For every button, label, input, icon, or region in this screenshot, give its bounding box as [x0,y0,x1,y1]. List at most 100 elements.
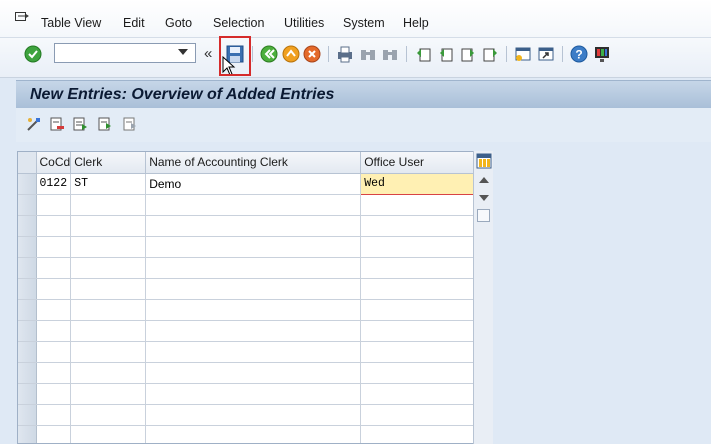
select-all-header[interactable] [18,152,37,174]
find-icon[interactable] [358,44,378,64]
cell-cocd[interactable] [36,236,72,258]
change-display-icon[interactable] [26,116,42,132]
select-block-icon[interactable] [97,116,113,132]
cell-office-user[interactable] [360,341,475,363]
row-selector[interactable] [18,404,37,426]
shortcut-icon[interactable] [536,44,556,64]
cell-clerk[interactable] [70,341,147,363]
cell-cocd[interactable] [36,278,72,300]
row-selector[interactable] [18,236,37,258]
cell-name[interactable]: Demo [145,173,362,195]
cell-name[interactable] [145,194,362,216]
column-configuration-icon[interactable] [476,153,492,169]
column-header-cocd[interactable]: CoCd [36,152,72,174]
cell-cocd[interactable] [36,299,72,321]
menu-table-view[interactable]: Table View [41,16,101,30]
cell-name[interactable] [145,257,362,279]
column-header-name[interactable]: Name of Accounting Clerk [145,152,362,174]
column-header-clerk[interactable]: Clerk [70,152,147,174]
select-all-icon[interactable] [72,116,88,132]
row-selector[interactable] [18,320,37,342]
cell-clerk[interactable] [70,362,147,384]
cell-office-user[interactable] [360,362,475,384]
scroll-down-icon[interactable] [479,195,489,201]
cell-name[interactable] [145,383,362,405]
cell-name[interactable] [145,236,362,258]
command-field[interactable] [54,43,196,63]
first-page-icon[interactable] [414,44,434,64]
cell-office-user-input[interactable]: Wed [360,172,475,195]
menu-utilities[interactable]: Utilities [284,16,324,30]
cell-office-user[interactable] [360,383,475,405]
cell-name[interactable] [145,320,362,342]
cell-name[interactable] [145,215,362,237]
cell-office-user[interactable] [360,194,475,216]
cell-office-user[interactable] [360,404,475,426]
cell-office-user[interactable] [360,299,475,321]
cell-cocd[interactable] [36,362,72,384]
command-dropdown-icon[interactable] [178,49,188,55]
menu-goto[interactable]: Goto [165,16,192,30]
row-selector[interactable] [18,299,37,321]
cell-clerk[interactable]: ST [70,173,147,195]
cell-office-user[interactable] [360,425,475,443]
cell-office-user[interactable] [360,257,475,279]
exit-icon[interactable] [281,44,301,64]
cell-name[interactable] [145,341,362,363]
cancel-icon[interactable] [302,44,322,64]
cell-name[interactable] [145,278,362,300]
cell-clerk[interactable] [70,194,147,216]
cell-clerk[interactable] [70,215,147,237]
cell-clerk[interactable] [70,257,147,279]
column-header-office-user[interactable]: Office User [360,152,475,174]
print-icon[interactable] [335,44,355,64]
menu-edit[interactable]: Edit [123,16,145,30]
last-page-icon[interactable] [480,44,500,64]
deselect-all-icon[interactable] [122,116,138,132]
row-selector[interactable] [18,362,37,384]
menu-selection[interactable]: Selection [213,16,264,30]
row-selector[interactable] [18,425,37,443]
cell-clerk[interactable] [70,278,147,300]
new-session-icon[interactable] [513,44,533,64]
cell-clerk[interactable] [70,404,147,426]
menu-system[interactable]: System [343,16,385,30]
cell-office-user[interactable] [360,278,475,300]
row-selector[interactable] [18,257,37,279]
cell-clerk[interactable] [70,236,147,258]
next-page-icon[interactable] [458,44,478,64]
scroll-thumb[interactable] [477,209,490,222]
row-selector[interactable] [18,341,37,363]
find-next-icon[interactable] [380,44,400,64]
cell-office-user[interactable] [360,320,475,342]
menu-options-icon[interactable] [15,12,29,24]
cell-cocd[interactable] [36,383,72,405]
vertical-scrollbar[interactable] [473,151,493,444]
customize-layout-icon[interactable] [592,44,612,64]
row-selector[interactable] [18,194,37,216]
collapse-chevrons-icon[interactable]: « [204,45,212,62]
cell-cocd[interactable] [36,425,72,443]
row-selector[interactable] [18,173,37,195]
cell-cocd[interactable] [36,215,72,237]
cell-cocd[interactable] [36,404,72,426]
back-icon[interactable] [259,44,279,64]
cell-cocd[interactable] [36,257,72,279]
cell-clerk[interactable] [70,299,147,321]
menu-help[interactable]: Help [403,16,429,30]
cell-name[interactable] [145,362,362,384]
row-selector[interactable] [18,215,37,237]
cell-name[interactable] [145,404,362,426]
cell-clerk[interactable] [70,383,147,405]
scroll-up-icon[interactable] [479,177,489,183]
cell-clerk[interactable] [70,425,147,443]
cell-cocd[interactable]: 0122 [36,173,72,195]
cell-name[interactable] [145,425,362,443]
cell-cocd[interactable] [36,320,72,342]
row-selector[interactable] [18,383,37,405]
delete-row-icon[interactable] [49,116,65,132]
cell-cocd[interactable] [36,194,72,216]
cell-office-user[interactable] [360,236,475,258]
cell-clerk[interactable] [70,320,147,342]
enter-check-icon[interactable] [23,44,43,64]
